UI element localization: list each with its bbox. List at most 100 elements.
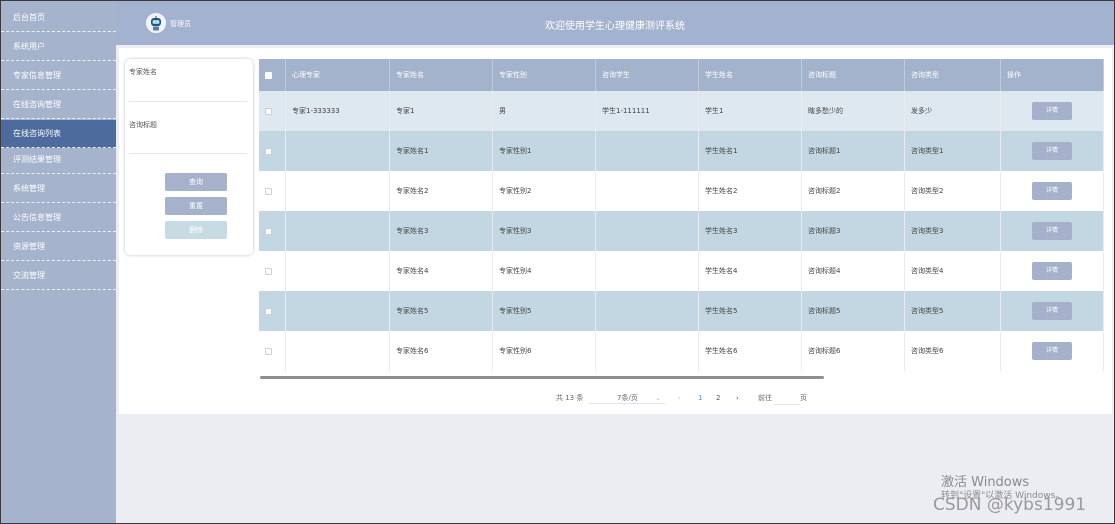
select-all-checkbox[interactable] <box>265 71 272 79</box>
table-cell <box>596 251 699 291</box>
table-cell: 专家姓名4 <box>390 251 493 291</box>
goto-page-input[interactable] <box>774 391 800 405</box>
query-button[interactable]: 查询 <box>165 173 227 191</box>
header-cell: 专家性别 <box>493 59 596 91</box>
page-1-button[interactable]: 1 <box>698 391 702 405</box>
app-window: 后台首页 系统用户 专家信息管理 在线咨询管理 在线咨询列表 评测结果管理 系统… <box>0 0 1115 524</box>
table-cell: 专家姓名2 <box>390 171 493 211</box>
reset-button[interactable]: 重置 <box>165 197 227 215</box>
table-cell: 专家性别3 <box>493 211 596 251</box>
row-select-cell <box>259 331 286 371</box>
sidebar: 后台首页 系统用户 专家信息管理 在线咨询管理 在线咨询列表 评测结果管理 系统… <box>1 1 116 523</box>
table-cell: 咨询标题1 <box>802 131 905 171</box>
sidebar-item-consult-manage[interactable]: 在线咨询管理 <box>1 91 116 119</box>
table-cell: 咨询类型3 <box>905 211 1001 251</box>
table-cell: 专家性别1 <box>493 131 596 171</box>
sidebar-item-resources[interactable]: 资源管理 <box>1 233 116 261</box>
row-checkbox[interactable] <box>265 187 272 195</box>
next-page-button[interactable]: › <box>736 391 739 405</box>
row-select-cell <box>259 251 286 291</box>
sidebar-item-system-manage[interactable]: 系统管理 <box>1 175 116 203</box>
table-cell: 专家1 <box>390 91 493 131</box>
table-cell <box>286 211 390 251</box>
table-cell <box>596 291 699 331</box>
table-cell: 咨询类型5 <box>905 291 1001 331</box>
table-cell <box>286 251 390 291</box>
consult-title-input[interactable] <box>129 139 247 154</box>
table-cell <box>286 131 390 171</box>
detail-button[interactable]: 详情 <box>1032 342 1072 360</box>
header-cell: 心理专家 <box>286 59 390 91</box>
sidebar-item-system-users[interactable]: 系统用户 <box>1 33 116 61</box>
chevron-down-icon: ⌄ <box>655 394 661 402</box>
top-header: 管理员 欢迎使用学生心理健康测评系统 <box>116 1 1114 45</box>
table-row[interactable]: 专家1-333333 专家1 男学生1-111111 学生1 瞎多愁少的 发多少 详情 <box>259 91 1104 131</box>
sidebar-item-expert-info[interactable]: 专家信息管理 <box>1 62 116 90</box>
row-checkbox[interactable] <box>265 307 272 315</box>
main-content: 专家姓名 咨询标题 查询 重置 删除 心理专家 专家姓名 专家性别 咨询学生 学… <box>119 48 1112 414</box>
row-checkbox[interactable] <box>265 347 272 355</box>
row-checkbox[interactable] <box>265 227 272 235</box>
table-cell: 咨询类型6 <box>905 331 1001 371</box>
detail-button[interactable]: 详情 <box>1032 102 1072 120</box>
header-cell: 咨询标题 <box>802 59 905 91</box>
sidebar-item-communication[interactable]: 交流管理 <box>1 262 116 290</box>
detail-button[interactable]: 详情 <box>1032 262 1072 280</box>
detail-button[interactable]: 详情 <box>1032 302 1072 320</box>
actions-cell: 详情 <box>1001 131 1104 171</box>
table-row[interactable]: 专家姓名6 专家性别6 学生姓名6 咨询标题6 咨询类型6 详情 <box>259 331 1104 371</box>
actions-cell: 详情 <box>1001 211 1104 251</box>
actions-cell: 详情 <box>1001 291 1104 331</box>
table-cell <box>286 331 390 371</box>
table-row[interactable]: 专家姓名5 专家性别5 学生姓名5 咨询标题5 咨询类型5 详情 <box>259 291 1104 331</box>
prev-page-button[interactable]: ‹ <box>678 391 681 405</box>
table-cell: 学生姓名5 <box>699 291 802 331</box>
table-cell <box>286 171 390 211</box>
page-title: 欢迎使用学生心理健康测评系统 <box>545 21 685 32</box>
horizontal-scrollbar[interactable] <box>260 376 824 379</box>
table-cell: 专家性别5 <box>493 291 596 331</box>
table-cell: 学生1-111111 <box>596 91 699 131</box>
delete-button[interactable]: 删除 <box>165 221 227 239</box>
sidebar-item-announcements[interactable]: 公告信息管理 <box>1 204 116 232</box>
header-cell: 学生姓名 <box>699 59 802 91</box>
detail-button[interactable]: 详情 <box>1032 222 1072 240</box>
row-checkbox[interactable] <box>265 147 272 155</box>
table-row[interactable]: 专家姓名2 专家性别2 学生姓名2 咨询标题2 咨询类型2 详情 <box>259 171 1104 211</box>
table-cell: 发多少 <box>905 91 1001 131</box>
table-cell: 学生姓名2 <box>699 171 802 211</box>
consult-title-label: 咨询标题 <box>129 121 157 129</box>
table-header: 心理专家 专家姓名 专家性别 咨询学生 学生姓名 咨询标题 咨询类型 操作 <box>259 59 1104 91</box>
sidebar-item-consult-list[interactable]: 在线咨询列表 <box>1 120 116 148</box>
table-cell: 专家1-333333 <box>286 91 390 131</box>
expert-name-label: 专家姓名 <box>129 68 157 76</box>
table-cell: 专家姓名3 <box>390 211 493 251</box>
table-cell: 咨询类型4 <box>905 251 1001 291</box>
row-checkbox[interactable] <box>265 107 272 115</box>
table-cell: 专家性别6 <box>493 331 596 371</box>
table-cell: 咨询标题6 <box>802 331 905 371</box>
table-cell: 咨询标题2 <box>802 171 905 211</box>
header-cell: 专家姓名 <box>390 59 493 91</box>
goto-label: 前往 <box>758 394 772 402</box>
sidebar-item-eval-results[interactable]: 评测结果管理 <box>1 146 116 174</box>
header-cell: 咨询学生 <box>596 59 699 91</box>
row-select-cell <box>259 131 286 171</box>
expert-name-input[interactable] <box>129 87 247 102</box>
detail-button[interactable]: 详情 <box>1032 182 1072 200</box>
page-size-value: 7条/页 <box>617 394 638 402</box>
row-checkbox[interactable] <box>265 267 272 275</box>
table-row[interactable]: 专家姓名1 专家性别1 学生姓名1 咨询标题1 咨询类型1 详情 <box>259 131 1104 171</box>
page-2-button[interactable]: 2 <box>716 391 720 405</box>
page-size-select[interactable]: 7条/页 ⌄ <box>589 391 665 404</box>
table-row[interactable]: 专家姓名3 专家性别3 学生姓名3 咨询标题3 咨询类型3 详情 <box>259 211 1104 251</box>
table-cell: 专家姓名5 <box>390 291 493 331</box>
table-cell: 咨询标题4 <box>802 251 905 291</box>
sidebar-item-home[interactable]: 后台首页 <box>1 4 116 32</box>
pagination: 共 13 条 7条/页 ⌄ ‹ 1 2 › 前往 页 <box>119 391 1112 405</box>
detail-button[interactable]: 详情 <box>1032 142 1072 160</box>
header-cell: 咨询类型 <box>905 59 1001 91</box>
table-row[interactable]: 专家姓名4 专家性别4 学生姓名4 咨询标题4 咨询类型4 详情 <box>259 251 1104 291</box>
row-select-cell <box>259 171 286 211</box>
table-cell <box>596 331 699 371</box>
